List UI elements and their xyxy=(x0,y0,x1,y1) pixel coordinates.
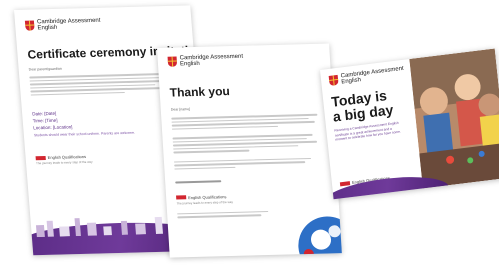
blue-globe-illustration xyxy=(298,216,342,258)
shield-icon xyxy=(167,56,178,67)
shield-icon xyxy=(24,20,35,31)
shield-icon xyxy=(328,74,339,86)
students-photo xyxy=(409,48,499,189)
celebration-poster: Cambridge Assessment English Today is a … xyxy=(320,48,499,200)
thank-you-document: Cambridge Assessment English Thank you D… xyxy=(157,43,342,258)
